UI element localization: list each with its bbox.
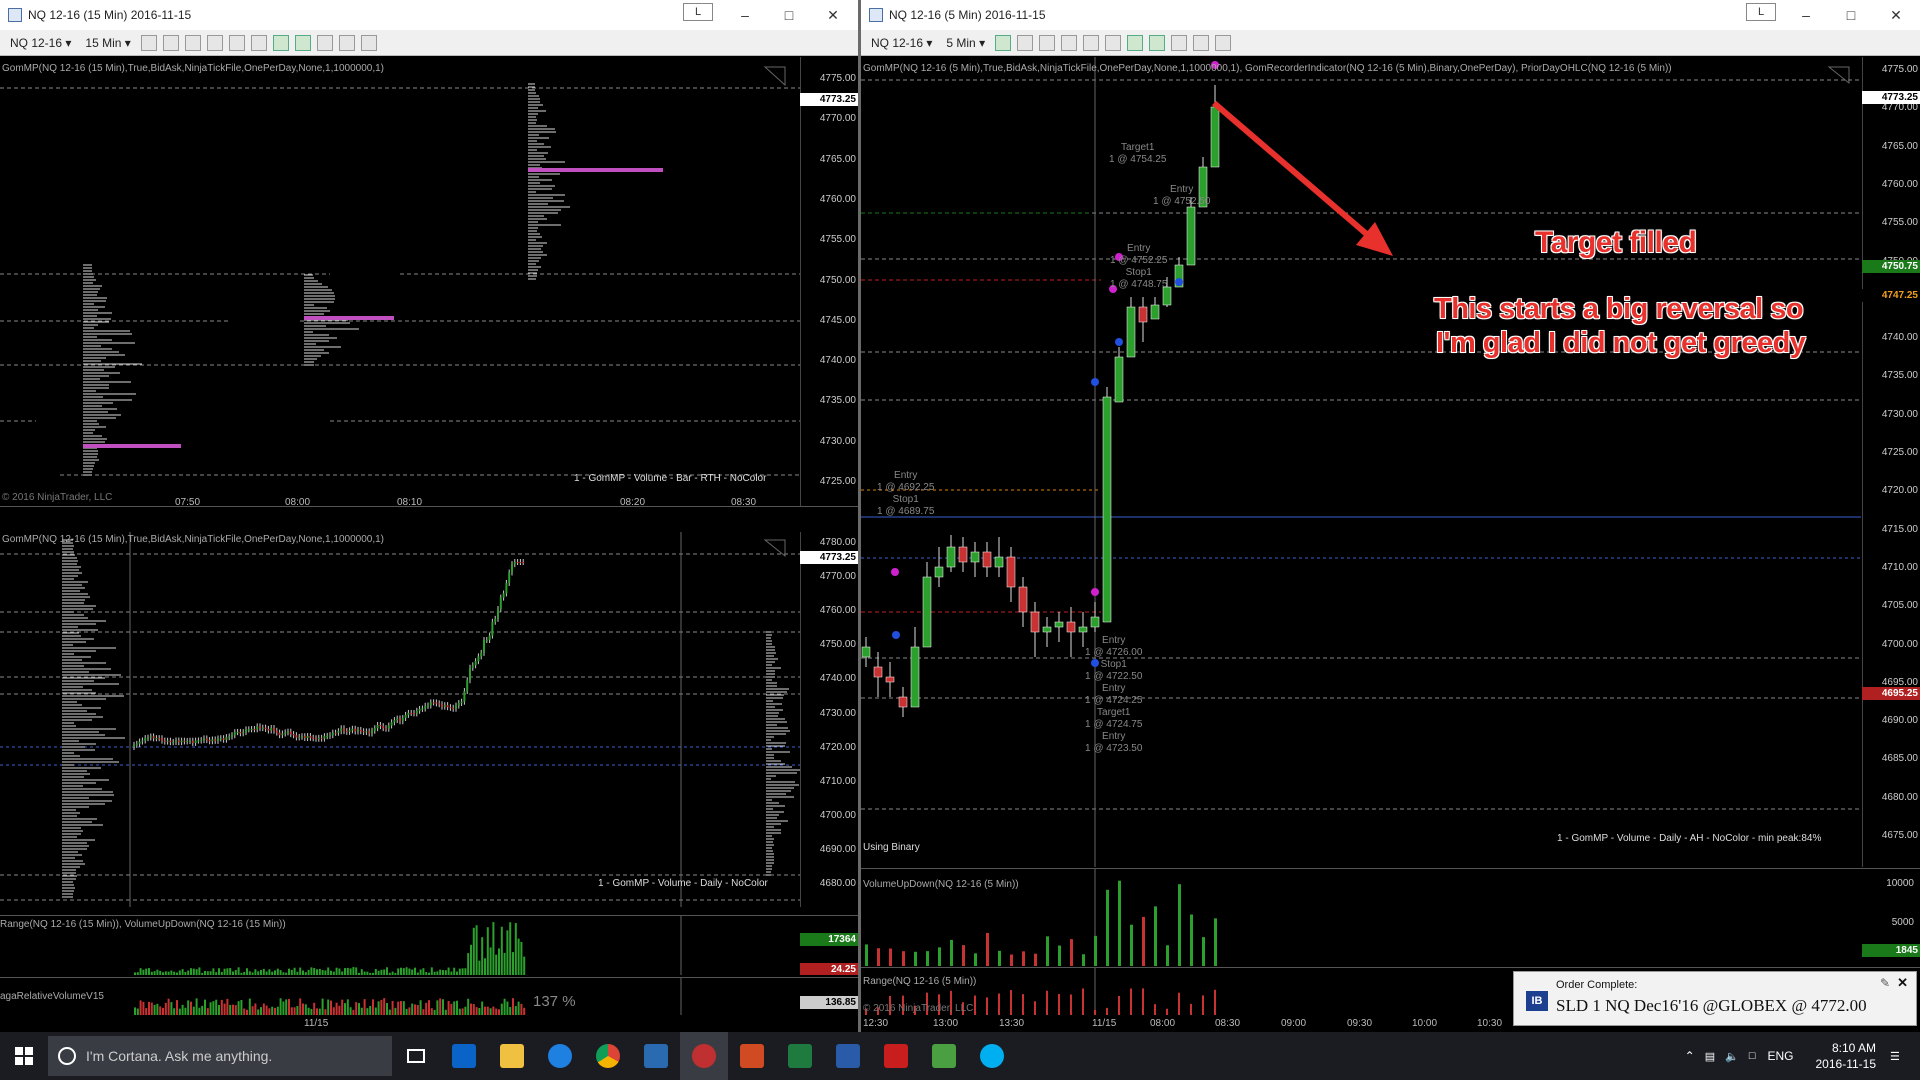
- notifications-tray-icon[interactable]: □: [1749, 1050, 1756, 1062]
- ninjatrader-icon[interactable]: [680, 1032, 728, 1080]
- clock-date: 2016-11-15: [1815, 1057, 1877, 1071]
- pin-icon[interactable]: ✎: [1880, 976, 1890, 990]
- ib-badge: IB: [1526, 991, 1548, 1011]
- annotation-reversal-1: This starts a big reversal so: [1434, 293, 1804, 325]
- excel-icon[interactable]: [776, 1032, 824, 1080]
- start-icon[interactable]: [0, 1032, 48, 1080]
- task-view-icon[interactable]: [392, 1032, 440, 1080]
- cortana-icon: [58, 1047, 76, 1065]
- action-center-icon[interactable]: ☰: [1890, 1050, 1920, 1063]
- edge-icon[interactable]: [536, 1032, 584, 1080]
- cortana-search[interactable]: I'm Cortana. Ask me anything.: [48, 1036, 392, 1076]
- annotation-target-filled: Target filled: [1535, 226, 1697, 259]
- volume-icon[interactable]: 🔈: [1725, 1050, 1739, 1063]
- clock[interactable]: 8:10 AM 2016-11-15: [1816, 1040, 1877, 1072]
- annotation-arrow: [1212, 100, 1372, 240]
- toast-title: Order Complete:: [1556, 979, 1638, 991]
- close-icon[interactable]: ✕: [1897, 975, 1908, 991]
- toast-message: SLD 1 NQ Dec16'16 @GLOBEX @ 4772.00: [1556, 996, 1867, 1015]
- annotation-reversal-2: I'm glad I did not get greedy: [1436, 327, 1806, 359]
- acrobat-icon[interactable]: [872, 1032, 920, 1080]
- search-placeholder: I'm Cortana. Ask me anything.: [86, 1048, 273, 1064]
- tray-chevron-icon[interactable]: ⌃: [1685, 1049, 1695, 1063]
- word-icon[interactable]: [824, 1032, 872, 1080]
- annotation-layer: [1212, 100, 1393, 256]
- greenshot-icon[interactable]: [920, 1032, 968, 1080]
- tws-icon[interactable]: [632, 1032, 680, 1080]
- clock-time: 8:10 AM: [1831, 1041, 1876, 1055]
- windows-taskbar: I'm Cortana. Ask me anything. ⌃ ▤ 🔈 □ EN…: [0, 1032, 1920, 1080]
- outlook-icon[interactable]: [440, 1032, 488, 1080]
- powerpoint-icon[interactable]: [728, 1032, 776, 1080]
- chrome-icon[interactable]: [584, 1032, 632, 1080]
- language-indicator[interactable]: ENG: [1767, 1049, 1793, 1063]
- order-toast[interactable]: IB Order Complete: SLD 1 NQ Dec16'16 @GL…: [1513, 971, 1917, 1026]
- file-explorer-icon[interactable]: [488, 1032, 536, 1080]
- skype-icon[interactable]: [968, 1032, 1016, 1080]
- network-icon[interactable]: ▤: [1705, 1050, 1715, 1063]
